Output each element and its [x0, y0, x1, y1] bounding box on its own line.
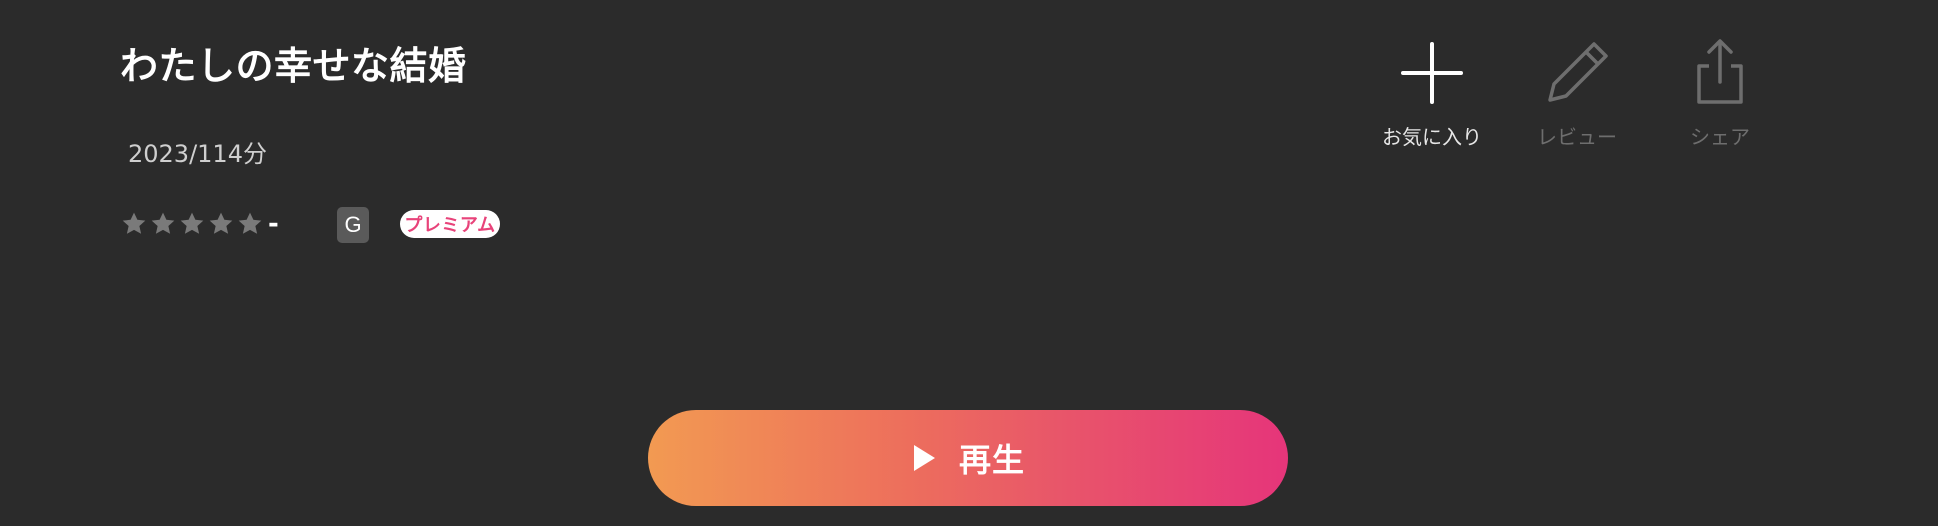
release-year-duration: 2023/114分 — [128, 140, 267, 168]
rating-value: - — [268, 209, 279, 239]
rating: - — [120, 204, 279, 244]
favorite-button[interactable]: お気に入り — [1367, 38, 1497, 150]
age-rating-badge: G — [337, 207, 369, 243]
plus-icon — [1401, 42, 1463, 104]
play-label: 再生 — [958, 441, 1025, 479]
premium-badge: プレミアム — [400, 210, 500, 238]
play-button[interactable]: 再生 — [648, 410, 1288, 506]
star-icon — [151, 212, 175, 234]
share-label: シェア — [1690, 125, 1750, 149]
pencil-icon — [1548, 42, 1608, 102]
share-icon — [1697, 39, 1743, 104]
star-rating — [120, 210, 264, 238]
review-button[interactable]: レビュー — [1512, 38, 1642, 150]
star-icon — [209, 212, 233, 234]
play-icon — [913, 445, 935, 471]
review-label: レビュー — [1537, 125, 1617, 149]
page-title: わたしの幸せな結婚 — [120, 44, 467, 88]
star-icon — [122, 212, 146, 234]
share-button[interactable]: シェア — [1655, 38, 1785, 150]
star-icon — [238, 212, 262, 234]
favorite-label: お気に入り — [1382, 125, 1482, 149]
star-icon — [180, 212, 204, 234]
title-detail-page: わたしの幸せな結婚 2023/114分 - G プレミアム お気に入り レビュー — [0, 0, 1938, 526]
